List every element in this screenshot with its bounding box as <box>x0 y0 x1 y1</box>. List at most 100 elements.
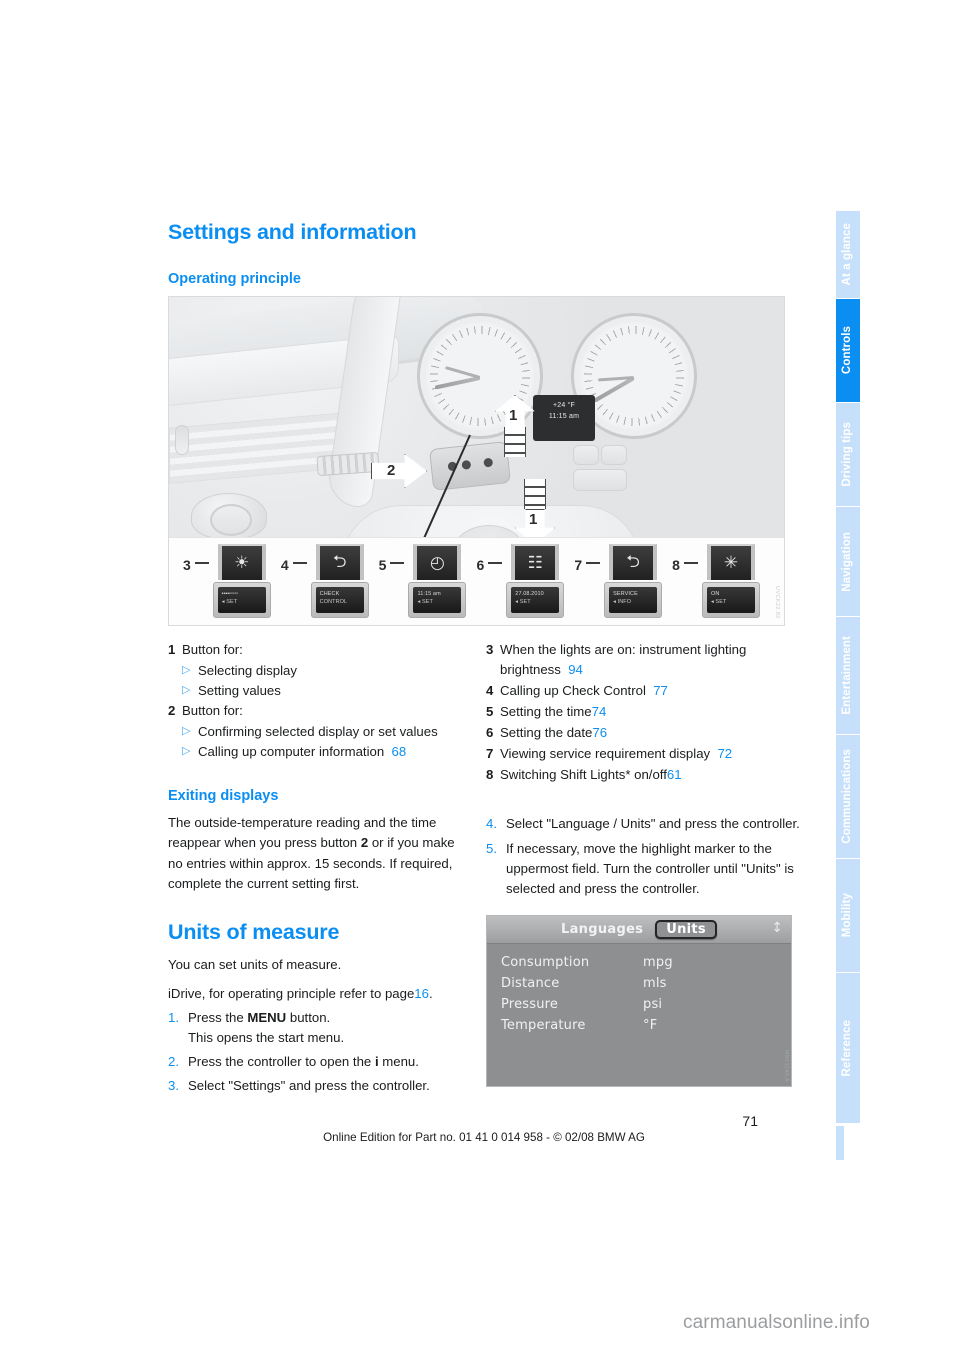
legend-subtext-wrap: Calling up computer information 68 <box>198 742 406 762</box>
legend-item-5: 5 Setting the time74 <box>486 702 800 722</box>
legend-subtext: Confirming selected display or set value… <box>198 724 438 740</box>
figure-watermark: UVCK22.82 <box>774 586 780 619</box>
sidebar-tab-entertainment[interactable]: Entertainment <box>836 617 860 735</box>
right-column: 3 When the lights are on: instrument lig… <box>486 640 800 1096</box>
legend-number: 6 <box>486 725 494 741</box>
section-heading-units-of-measure: Units of measure <box>168 919 340 944</box>
legend-number: 2 <box>168 703 176 719</box>
cluster-variant-5: 5 ◴ 11:15 am ◂ SET <box>379 544 467 618</box>
wheel-button-1 <box>573 445 599 465</box>
steering-column-stalk <box>429 441 511 491</box>
idrive-row-consumption[interactable]: Consumption mpg <box>501 952 777 973</box>
legend-item-8: 8 Switching Shift Lights* on/off61 <box>486 765 800 785</box>
sidebar-tab-label: Mobility <box>841 893 854 938</box>
idrive-tab-units[interactable]: Units <box>655 919 717 939</box>
page-reference-link[interactable]: 16 <box>414 986 429 1001</box>
edition-notice: Online Edition for Part no. 01 41 0 014 … <box>323 1131 645 1144</box>
page-reference-link[interactable]: 76 <box>592 725 607 740</box>
idrive-row-temperature[interactable]: Temperature °F <box>501 1015 777 1036</box>
wheel-button-2 <box>601 445 627 465</box>
cluster-unit: ☷ 27.08.2010 ◂ SET <box>506 544 565 618</box>
page-reference-link[interactable]: 74 <box>592 704 607 719</box>
legend-number: 3 <box>486 642 494 657</box>
idrive-row-value: mpg <box>643 954 673 970</box>
sidebar-tab-reference[interactable]: Reference <box>836 973 860 1124</box>
sidebar-tab-at-a-glance[interactable]: At a glance <box>836 211 860 299</box>
legend-text: Viewing service requirement display <box>500 746 711 762</box>
idrive-row-label: Pressure <box>501 996 559 1012</box>
legend-number: 5 <box>486 704 494 720</box>
sidebar-tab-label: Driving tips <box>841 422 854 487</box>
cluster-unit-screen: SERVICE ◂ INFO <box>609 587 658 613</box>
idrive-tab-bar: Languages Units ↕ <box>487 915 791 944</box>
section-tab-strip: At a glance Controls Driving tips Naviga… <box>836 211 860 1124</box>
sidebar-tab-label: Communications <box>841 749 854 844</box>
idrive-tab-languages[interactable]: Languages <box>561 922 643 937</box>
callout-ladder-top <box>504 427 526 457</box>
idrive-row-distance[interactable]: Distance mls <box>501 973 777 994</box>
page-reference-link[interactable]: 61 <box>667 767 682 782</box>
triangle-bullet-icon: ▷ <box>182 725 191 738</box>
sidebar-tab-navigation[interactable]: Navigation <box>836 507 860 617</box>
legend-item-2: 2 Button for: <box>168 701 468 721</box>
column-spacer <box>486 786 800 810</box>
screen-line-2: ◂ SET <box>221 599 238 606</box>
step-number: 5. <box>486 840 497 856</box>
idrive-settings-list: Consumption mpg Distance mls Pressure ps… <box>487 944 791 1044</box>
legend-text: When the lights are on: instrument light… <box>500 642 747 678</box>
sidebar-tab-mobility[interactable]: Mobility <box>836 859 860 973</box>
legend-item-6: 6 Setting the date76 <box>486 723 800 743</box>
clock-icon: ◴ <box>413 544 462 580</box>
cluster-unit-base: SERVICE ◂ INFO <box>604 582 663 618</box>
leader-line <box>292 562 307 564</box>
sidebar-tab-communications[interactable]: Communications <box>836 735 860 859</box>
cluster-variant-4: 4 ⮌ CHECK CONTROL <box>281 544 369 618</box>
car-icon: ⮌ <box>315 544 364 580</box>
screen-line-1: SERVICE <box>613 591 638 597</box>
sidebar-tab-label: Entertainment <box>841 636 854 715</box>
legend-number: 4 <box>486 683 494 699</box>
sidebar-tab-driving-tips[interactable]: Driving tips <box>836 403 860 507</box>
legend-subtext: Selecting display <box>198 663 297 679</box>
page-reference-link[interactable]: 77 <box>653 683 668 698</box>
step-3: 3. Select "Settings" and press the contr… <box>168 1076 468 1096</box>
step-2: 2. Press the controller to open the i me… <box>168 1052 468 1072</box>
page-reference-link[interactable]: 94 <box>568 662 583 677</box>
screen-line-1: ON <box>710 591 720 597</box>
legend-number: 1 <box>168 642 176 657</box>
idrive-note-text: iDrive, for operating principle refer to… <box>168 985 415 1001</box>
scroll-updown-icon: ↕ <box>771 919 783 936</box>
screen-line-1: 11:15 am <box>417 591 441 597</box>
idrive-row-pressure[interactable]: Pressure psi <box>501 994 777 1015</box>
screen-line-2: CONTROL <box>319 599 348 606</box>
sidebar-tab-controls[interactable]: Controls <box>836 299 860 403</box>
variant-number: 3 <box>183 557 191 573</box>
step-number: 2. <box>168 1053 179 1069</box>
page-reference-link[interactable]: 72 <box>717 746 732 761</box>
body-columns: 1 Button for: ▷ Selecting display ▷ Sett… <box>168 640 800 1096</box>
cluster-unit: ☀ ▪▪▪▪▫▫▫▫ ◂ SET <box>212 544 271 618</box>
sidebar-tab-label: Reference <box>841 1019 854 1077</box>
step-text-part2: button. <box>286 1009 331 1025</box>
legend-text-wrap: Calling up Check Control 77 <box>500 681 800 701</box>
cluster-unit-screen: 11:15 am ◂ SET <box>413 587 462 613</box>
cluster-variant-list: 3 ☀ ▪▪▪▪▫▫▫▫ ◂ SET 4 ⮌ CHECK CONTROL 5 ◴… <box>183 544 760 618</box>
cluster-unit-base: 11:15 am ◂ SET <box>408 582 467 618</box>
step-text-part1: Press the <box>188 1009 248 1025</box>
site-watermark: carmanualsonline.info <box>683 1312 870 1333</box>
legend-item-1: 1 Button for: <box>168 640 468 660</box>
legend-subitem: ▷ Calling up computer information 68 <box>182 742 468 762</box>
shift-light-icon: ✳ <box>706 544 755 580</box>
legend-text: Setting the date <box>500 725 593 741</box>
cluster-variant-3: 3 ☀ ▪▪▪▪▫▫▫▫ ◂ SET <box>183 544 271 618</box>
legend-text: Switching Shift Lights* on/off <box>500 767 667 783</box>
variant-number: 8 <box>672 557 680 573</box>
page-reference-link[interactable]: 68 <box>392 744 407 759</box>
stalk-button-dot-3 <box>483 457 494 468</box>
leader-line <box>586 562 601 564</box>
step-4: 4. Select "Language / Units" and press t… <box>486 814 800 834</box>
leader-line <box>488 562 503 564</box>
idrive-row-value: mls <box>643 975 667 991</box>
triangle-bullet-icon: ▷ <box>182 664 191 677</box>
vent-knob <box>175 425 189 455</box>
